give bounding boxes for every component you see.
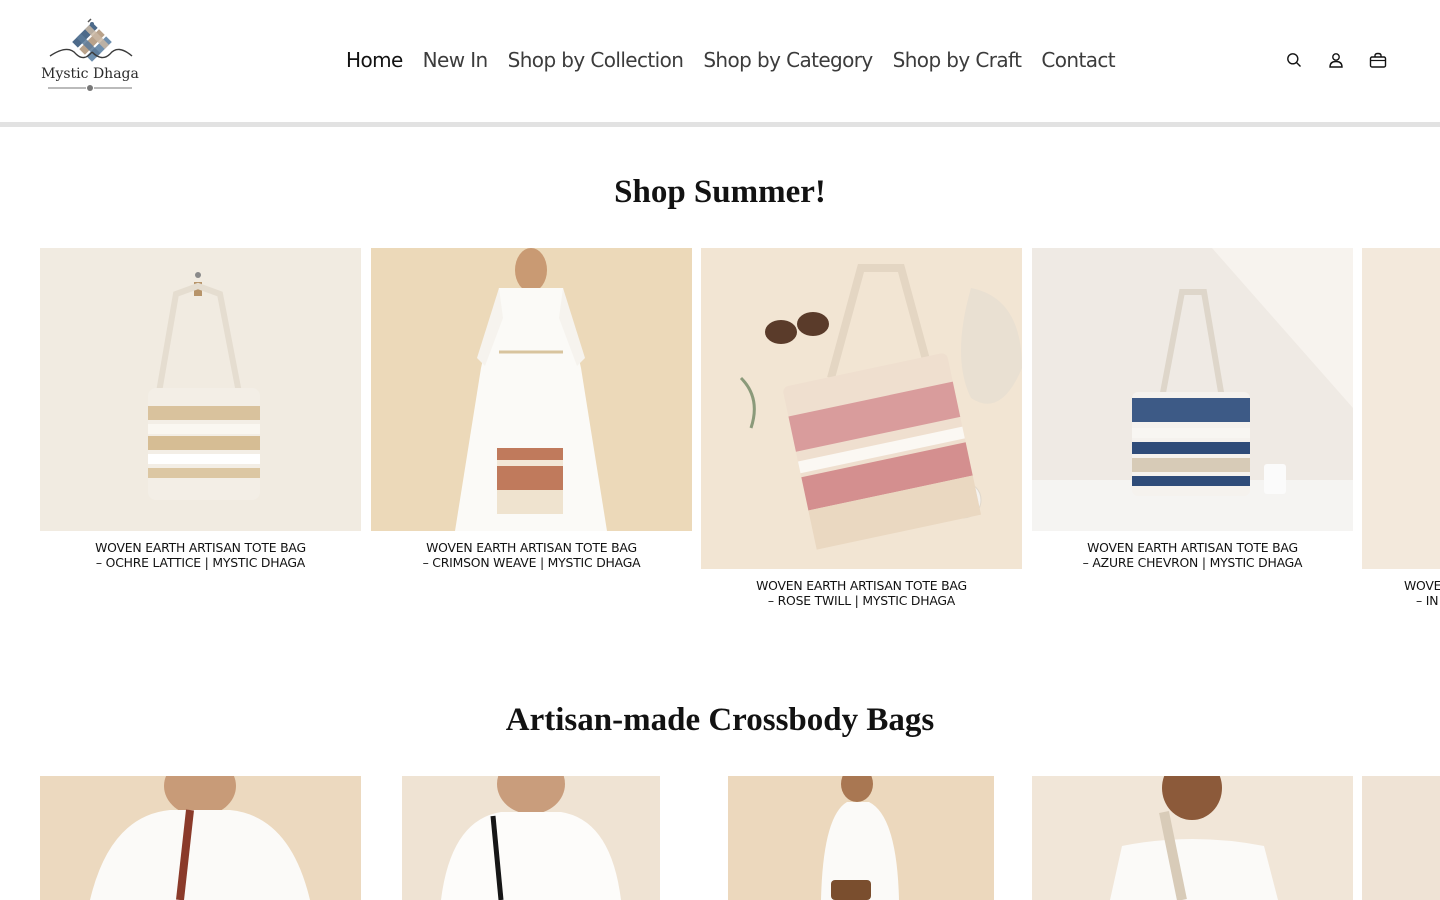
weave-logo-icon — [49, 18, 133, 62]
account-icon — [1329, 53, 1343, 68]
product-card[interactable] — [371, 776, 692, 900]
nav-home[interactable]: Home — [336, 44, 413, 76]
cart-button[interactable] — [1366, 48, 1390, 72]
product-card[interactable]: WOVEN EARTH ARTISAN TOTE BAG – CRIMSON W… — [371, 248, 692, 570]
product-image[interactable] — [1362, 776, 1440, 900]
product-title-line2: – AZURE CHEVRON | MYSTIC DHAGA — [1082, 555, 1303, 570]
product-image[interactable] — [40, 248, 361, 531]
nav-contact[interactable]: Contact — [1031, 44, 1125, 76]
main-navigation: Home New In Shop by Collection Shop by C… — [336, 44, 1125, 76]
product-card[interactable]: WOVEN EARTH ARTISAN TOTE BAG – ROSE TWIL… — [701, 248, 1022, 608]
header-icons — [1264, 48, 1390, 72]
search-button[interactable] — [1282, 48, 1306, 72]
product-card[interactable] — [701, 776, 1022, 900]
nav-shop-by-craft[interactable]: Shop by Craft — [883, 44, 1032, 76]
product-title-line2: – ROSE TWILL | MYSTIC DHAGA — [767, 593, 956, 608]
product-title-line2: – CRIMSON WEAVE | MYSTIC DHAGA — [422, 555, 641, 570]
product-card[interactable]: WOVEN EARTH ARTISAN TOTE BAG – AZURE CHE… — [1032, 248, 1353, 570]
product-title-line1: WOVEN EARTH ARTISAN TOTE BAG — [1087, 540, 1298, 555]
product-title[interactable]: WOVE – IN — [1362, 578, 1440, 608]
product-card[interactable] — [1032, 776, 1353, 900]
product-image[interactable] — [701, 248, 1022, 569]
brand-logo[interactable]: Mystic Dhaga — [40, 18, 140, 94]
nav-shop-by-collection[interactable]: Shop by Collection — [498, 44, 694, 76]
header-divider — [0, 122, 1440, 127]
section-title-summer: Shop Summer! — [614, 174, 826, 210]
brand-name: Mystic Dhaga — [41, 66, 139, 82]
product-image[interactable] — [1362, 248, 1440, 569]
product-title[interactable]: WOVEN EARTH ARTISAN TOTE BAG – ROSE TWIL… — [701, 578, 1022, 608]
product-card[interactable] — [1362, 776, 1440, 900]
product-card[interactable]: WOVE – IN — [1362, 248, 1440, 608]
product-title-line2: – IN — [1416, 593, 1439, 608]
cart-icon — [1369, 52, 1387, 68]
product-card[interactable]: WOVEN EARTH ARTISAN TOTE BAG – OCHRE LAT… — [40, 248, 361, 570]
crossbody-product-carousel — [40, 776, 1440, 900]
product-title-line1: WOVEN EARTH ARTISAN TOTE BAG — [426, 540, 637, 555]
product-image[interactable] — [371, 248, 692, 531]
product-image[interactable] — [1032, 776, 1353, 900]
product-image[interactable] — [371, 776, 692, 900]
logo-divider-icon — [48, 85, 132, 91]
site-header: Mystic Dhaga Home New In Shop by Collect… — [0, 0, 1440, 122]
section-title-crossbody: Artisan-made Crossbody Bags — [505, 702, 935, 738]
summer-product-carousel: WOVEN EARTH ARTISAN TOTE BAG – OCHRE LAT… — [40, 248, 1440, 628]
product-title-line1: WOVEN EARTH ARTISAN TOTE BAG — [756, 578, 967, 593]
product-title[interactable]: WOVEN EARTH ARTISAN TOTE BAG – CRIMSON W… — [371, 540, 692, 570]
product-image[interactable] — [40, 776, 361, 900]
account-button[interactable] — [1324, 48, 1348, 72]
product-title-line2: – OCHRE LATTICE | MYSTIC DHAGA — [95, 555, 306, 570]
nav-shop-by-category[interactable]: Shop by Category — [693, 44, 882, 76]
product-title[interactable]: WOVEN EARTH ARTISAN TOTE BAG – AZURE CHE… — [1032, 540, 1353, 570]
product-title[interactable]: WOVEN EARTH ARTISAN TOTE BAG – OCHRE LAT… — [40, 540, 361, 570]
product-image[interactable] — [701, 776, 1022, 900]
product-title-line1: WOVE — [1404, 578, 1440, 593]
product-image[interactable] — [1032, 248, 1353, 531]
product-title-line1: WOVEN EARTH ARTISAN TOTE BAG — [95, 540, 306, 555]
product-card[interactable] — [40, 776, 361, 900]
nav-new-in[interactable]: New In — [413, 44, 498, 76]
search-icon — [1287, 53, 1301, 67]
